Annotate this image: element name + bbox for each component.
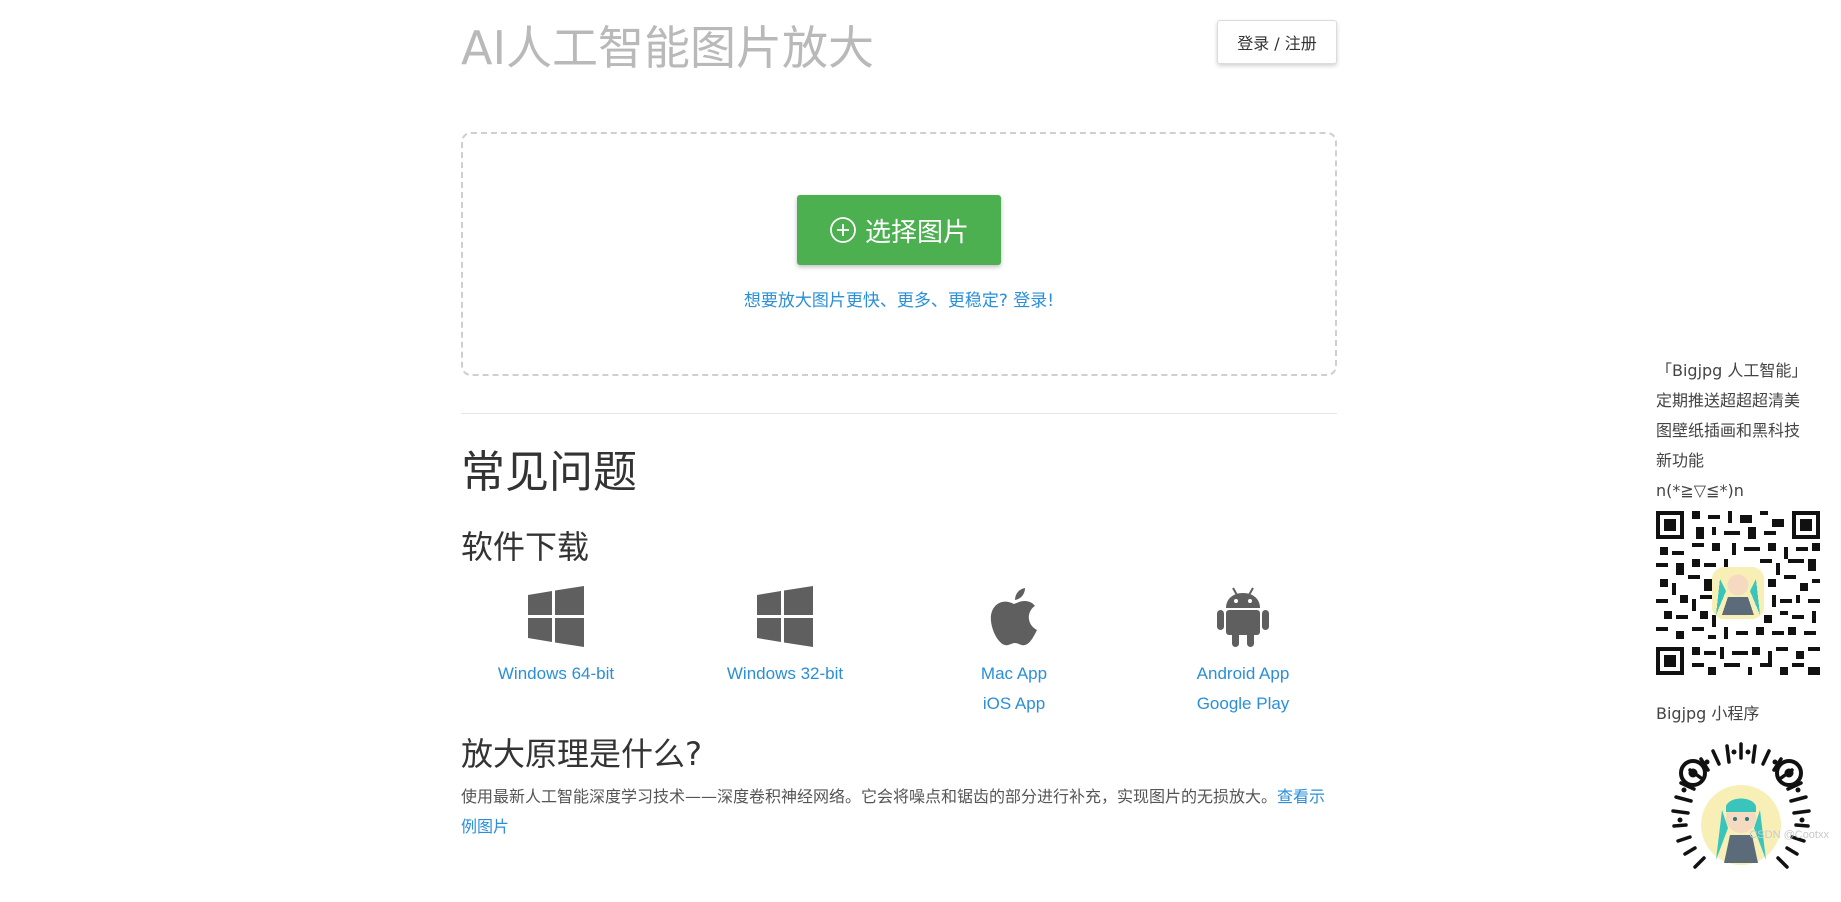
apple-icon (990, 588, 1037, 646)
promo-line: 定期推送超超超清美 (1656, 391, 1801, 410)
mac-app-link[interactable]: Mac App (919, 659, 1109, 689)
watermark: CSDN @Cootxx (1749, 829, 1829, 841)
principle-description: 使用最新人工智能深度学习技术——深度卷积神经网络。它会将噪点和锯齿的部分进行补充… (461, 787, 1278, 806)
login-hint-link[interactable]: 想要放大图片更快、更多、更稳定? 登录! (463, 286, 1335, 311)
principle-title: 放大原理是什么? (461, 735, 702, 773)
windows-64-link[interactable]: Windows 64-bit (461, 659, 651, 689)
faq-title: 常见问题 (461, 447, 637, 498)
select-image-button[interactable]: 选择图片 (797, 195, 1001, 265)
mini-program-label: Bigjpg 小程序 (1656, 704, 1760, 723)
download-section-title: 软件下载 (461, 528, 590, 566)
windows-32-link[interactable]: Windows 32-bit (690, 659, 880, 689)
download-list: Windows 64-bit Windows 32-bit Mac App iO… (461, 585, 1373, 720)
site-title: AI人工智能图片放大 (461, 21, 875, 75)
google-play-link[interactable]: Google Play (1148, 689, 1338, 719)
promo-sidebar: 「Bigjpg 人工智能」 定期推送超超超清美 图壁纸插画和黑科技 新功能 n(… (1656, 356, 1836, 901)
login-register-button[interactable]: 登录 / 注册 (1217, 20, 1337, 64)
android-icon (1217, 587, 1269, 647)
promo-line: 「Bigjpg 人工智能」 (1656, 361, 1808, 380)
download-item-windows-64: Windows 64-bit (461, 585, 651, 689)
select-image-label: 选择图片 (864, 217, 969, 248)
ios-app-link[interactable]: iOS App (919, 689, 1109, 719)
android-app-link[interactable]: Android App (1148, 659, 1338, 689)
divider (461, 413, 1337, 414)
page: AI人工智能图片放大 登录 / 注册 选择图片 想要放大图片更快、更多、更稳定?… (0, 0, 1841, 901)
download-item-windows-32: Windows 32-bit (690, 585, 880, 689)
download-item-apple: Mac App iOS App (919, 585, 1109, 719)
windows-icon (757, 586, 813, 647)
windows-icon (528, 586, 584, 647)
mini-program-code (1661, 741, 1821, 901)
wechat-qr-code (1656, 511, 1820, 675)
promo-line: 图壁纸插画和黑科技 (1656, 421, 1801, 440)
principle-text: 使用最新人工智能深度学习技术——深度卷积神经网络。它会将噪点和锯齿的部分进行补充… (461, 782, 1337, 842)
promo-line: n(*≧▽≦*)n (1656, 481, 1744, 500)
promo-line: 新功能 (1656, 451, 1705, 470)
header: AI人工智能图片放大 登录 / 注册 (461, 0, 1337, 90)
plus-circle-icon (830, 217, 856, 243)
upload-dropzone[interactable]: 选择图片 想要放大图片更快、更多、更稳定? 登录! (461, 132, 1337, 376)
download-item-android: Android App Google Play (1148, 585, 1338, 719)
